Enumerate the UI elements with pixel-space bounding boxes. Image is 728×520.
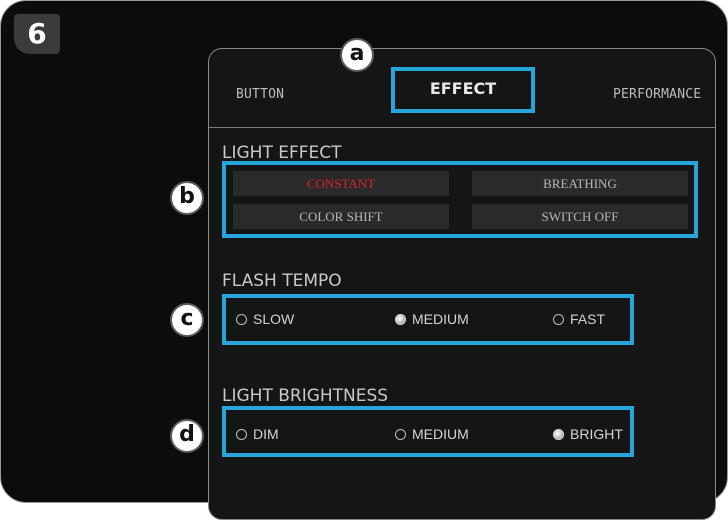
tab-performance[interactable]: PERFORMANCE (613, 87, 701, 102)
light-effect-title: LIGHT EFFECT (222, 143, 342, 163)
radio-circle-icon (236, 428, 247, 440)
radio-selected-icon (553, 428, 564, 440)
effect-breathing-button[interactable]: BREATHING (472, 171, 688, 196)
tab-effect[interactable]: EFFECT (391, 67, 535, 113)
radio-label: SLOW (253, 311, 295, 327)
tempo-slow-radio[interactable]: SLOW (236, 311, 294, 327)
radio-label: DIM (253, 426, 279, 442)
step-number-badge: 6 (14, 14, 60, 54)
radio-circle-icon (553, 313, 564, 325)
effect-constant-button[interactable]: CONSTANT (233, 171, 449, 196)
callout-b: b (170, 181, 204, 215)
brightness-medium-radio[interactable]: MEDIUM (395, 426, 469, 442)
tempo-medium-radio[interactable]: MEDIUM (395, 311, 469, 327)
radio-circle-icon (395, 428, 406, 440)
radio-label: MEDIUM (412, 426, 469, 442)
callout-d: d (170, 419, 204, 453)
effect-switch-off-button[interactable]: SWITCH OFF (472, 204, 688, 229)
tempo-fast-radio[interactable]: FAST (553, 311, 605, 327)
brightness-dim-radio[interactable]: DIM (236, 426, 279, 442)
callout-c: c (170, 303, 204, 337)
radio-label: MEDIUM (412, 311, 469, 327)
callout-a: a (340, 38, 374, 72)
tab-button[interactable]: BUTTON (236, 87, 284, 102)
light-brightness-title: LIGHT BRIGHTNESS (222, 386, 389, 406)
flash-tempo-title: FLASH TEMPO (222, 271, 342, 291)
radio-label: FAST (570, 311, 606, 327)
effect-color-shift-button[interactable]: COLOR SHIFT (233, 204, 449, 229)
radio-circle-icon (236, 313, 247, 325)
tab-bar-divider (209, 127, 715, 128)
radio-label: BRIGHT (570, 426, 623, 442)
radio-selected-icon (395, 313, 406, 325)
brightness-bright-radio[interactable]: BRIGHT (553, 426, 623, 442)
